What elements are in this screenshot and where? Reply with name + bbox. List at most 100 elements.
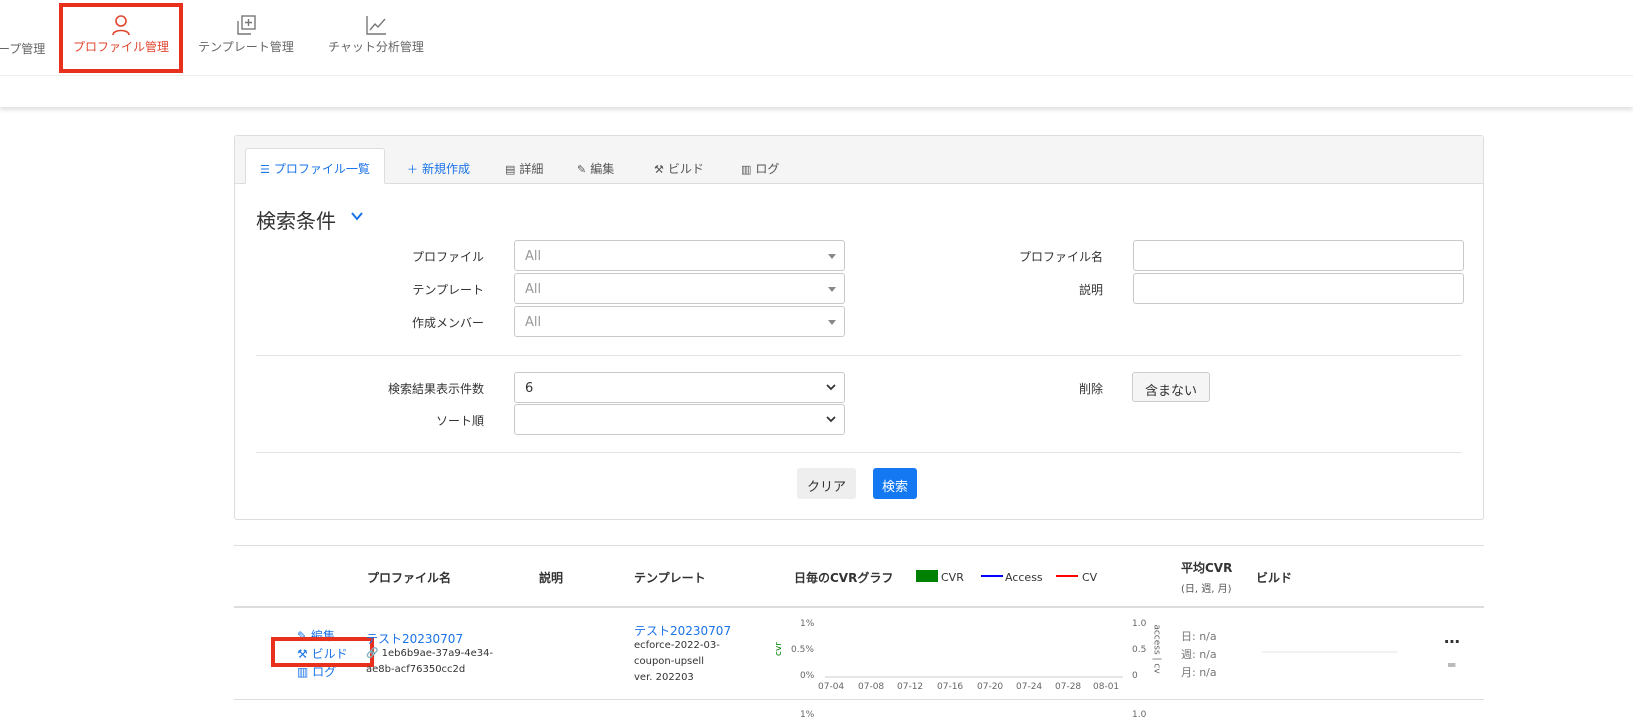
dropdown-arrow-icon [828, 287, 836, 292]
row-log-label: ログ [312, 665, 337, 679]
chart-y-right-2: 0.5 [1132, 645, 1147, 655]
top-navigation: ープ管理 プロファイル管理 テンプレート管理 チャット分析管理 [0, 0, 1633, 76]
chart-icon: ▥ [297, 665, 313, 679]
header-description: 説明 [539, 571, 564, 585]
legend-cv-label: CV [1082, 571, 1098, 584]
link-icon: 🔗 [366, 648, 382, 659]
header-build: ビルド [1256, 571, 1293, 585]
chart-y-left-2: 0.5% [791, 645, 814, 655]
tab-label-detail: 詳細 [519, 162, 544, 176]
list-icon: ☰ [260, 163, 270, 176]
legend-cvr-swatch [916, 570, 938, 582]
chart-y-left-3: 0% [800, 671, 815, 681]
template-select[interactable]: All [514, 273, 845, 304]
tab-log[interactable]: ▥ ログ [741, 148, 779, 184]
avg-cvr-day: 日: n/a [1181, 630, 1217, 643]
chart-x-tick: 07-28 [1055, 682, 1082, 692]
chart-x-tick: 08-01 [1093, 682, 1120, 692]
profile-label: プロファイル [411, 250, 484, 264]
chevron-down-icon [826, 384, 836, 391]
header-template: テンプレート [634, 571, 706, 585]
result-count-label: 検索結果表示件数 [387, 382, 484, 396]
avg-cvr-week: 週: n/a [1181, 648, 1217, 661]
row-template-line2: coupon-upsell [634, 656, 704, 667]
chart-y-left-1: 1% [800, 619, 815, 629]
cvr-chart [825, 676, 1123, 678]
row-profile-name-link[interactable]: テスト20230707 [366, 630, 463, 647]
nav-item-template[interactable]: テンプレート管理 [196, 14, 296, 55]
divider [256, 452, 1462, 453]
edit-icon: ✎ [577, 163, 587, 176]
tab-label-edit: 編集 [590, 162, 615, 176]
clear-button[interactable]: クリア [797, 468, 857, 499]
line-chart-icon [366, 16, 386, 35]
dropdown-arrow-icon [828, 320, 836, 325]
description-input[interactable] [1133, 273, 1464, 304]
legend-access-swatch [981, 575, 1003, 577]
copy-plus-icon [237, 15, 256, 35]
table-row-border [234, 699, 1484, 700]
member-select-value: All [525, 315, 542, 330]
search-conditions-title: 検索条件 [256, 209, 336, 233]
more-options-icon[interactable]: ⋯ [1444, 632, 1461, 651]
legend-cvr-label: CVR [941, 571, 964, 584]
sort-label: ソート順 [435, 414, 484, 428]
delete-label: 削除 [1078, 382, 1103, 396]
tab-label-new: 新規作成 [422, 162, 471, 176]
drag-handle-icon[interactable]: ═ [1448, 658, 1455, 672]
document-icon: ▤ [505, 163, 516, 176]
nav-item-chat-analysis[interactable]: チャット分析管理 [326, 14, 426, 55]
nav-label-chat-analysis: チャット分析管理 [328, 40, 424, 54]
sort-select[interactable] [514, 404, 845, 435]
header-profile-name: プロファイル名 [367, 571, 452, 585]
next-row-y-right-top: 1.0 [1132, 710, 1147, 720]
result-count-select[interactable]: 6 [514, 372, 845, 403]
header-avg-cvr-sub: (日, 週, 月) [1181, 584, 1232, 595]
member-label: 作成メンバー [411, 316, 484, 330]
wrench-icon: ⚒ [654, 163, 664, 176]
tab-label-log: ログ [755, 162, 780, 176]
nav-label-group: ープ管理 [0, 42, 46, 56]
dropdown-arrow-icon [828, 254, 836, 259]
profile-name-label: プロファイル名 [1018, 250, 1103, 264]
table-header-border [234, 606, 1484, 608]
row-template-link[interactable]: テスト20230707 [634, 622, 731, 639]
plus-icon: ＋ [407, 163, 418, 176]
tab-detail[interactable]: ▤ 詳細 [505, 148, 543, 184]
row-profile-id-1: 1eb6b9ae-37a9-4e34- [381, 648, 494, 659]
legend-access-label: Access [1005, 571, 1043, 584]
build-status-line [1262, 651, 1398, 653]
tab-new[interactable]: ＋ 新規作成 [407, 148, 470, 184]
tab-build[interactable]: ⚒ ビルド [654, 148, 704, 184]
tab-profile-list[interactable]: ☰ プロファイル一覧 [245, 148, 385, 184]
delete-toggle-button[interactable]: 含まない [1132, 372, 1211, 402]
search-card: ☰ プロファイル一覧 ＋ 新規作成 ▤ 詳細 ✎ 編集 ⚒ ビルド ▥ ログ 検索条件 プロ… [234, 135, 1484, 520]
profile-select-value: All [525, 249, 542, 264]
chart-x-tick: 07-16 [937, 682, 964, 692]
profile-name-input[interactable] [1133, 240, 1464, 271]
next-row-y-left-top: 1% [800, 710, 815, 720]
row-template-line1: ecforce-2022-03- [634, 640, 720, 651]
template-select-value: All [525, 282, 542, 297]
chart-x-tick: 07-24 [1016, 682, 1043, 692]
highlight-box-nav [59, 3, 183, 73]
tab-edit[interactable]: ✎ 編集 [577, 148, 614, 184]
chart-x-tick: 07-20 [977, 682, 1004, 692]
tab-label-build: ビルド [667, 162, 704, 176]
result-count-value: 6 [525, 381, 534, 396]
chevron-down-icon[interactable] [350, 209, 364, 223]
tab-bar: ☰ プロファイル一覧 ＋ 新規作成 ▤ 詳細 ✎ 編集 ⚒ ビルド ▥ ログ [235, 136, 1483, 184]
nav-item-group[interactable]: ープ管理 [0, 40, 45, 57]
profile-select[interactable]: All [514, 240, 845, 271]
header-daily-cvr: 日毎のCVRグラフ [794, 571, 894, 585]
chart-x-tick: 07-12 [897, 682, 924, 692]
search-button[interactable]: 検索 [873, 468, 918, 499]
member-select[interactable]: All [514, 306, 845, 337]
chart-y-left-label: cvr [773, 642, 784, 656]
highlight-box-build [271, 637, 374, 667]
description-label: 説明 [1078, 283, 1103, 297]
row-profile-id-2: ae8b-acf76350cc2d [366, 664, 466, 675]
avg-cvr-month: 月: n/a [1181, 666, 1217, 679]
legend-cv-swatch [1056, 575, 1078, 577]
chart-x-tick: 07-08 [858, 682, 885, 692]
